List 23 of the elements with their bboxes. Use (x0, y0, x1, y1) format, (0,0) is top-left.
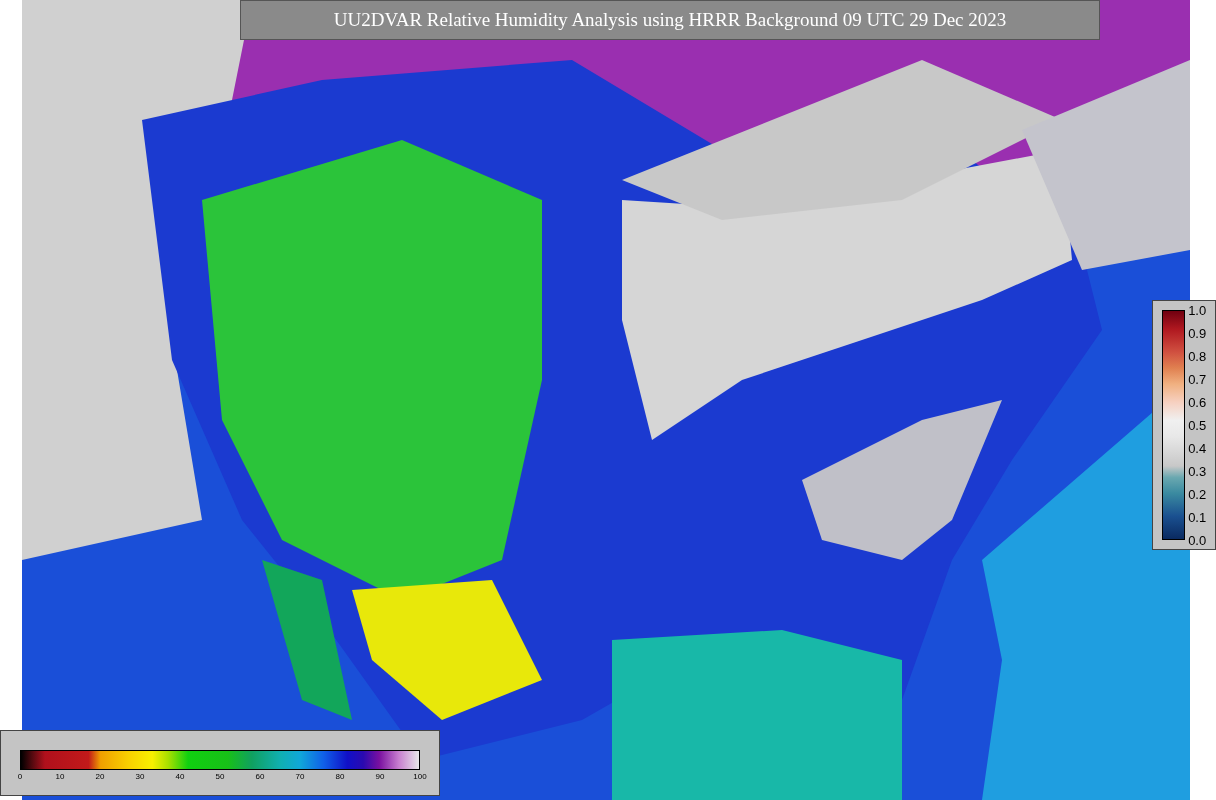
tick-label: 0.6 (1188, 394, 1207, 410)
tick-label: 0.8 (1188, 348, 1207, 364)
tick-label: 50 (215, 772, 225, 781)
tick-label: 0.0 (1188, 532, 1207, 548)
tick-label: 0.3 (1188, 463, 1207, 479)
tick-label: 20 (95, 772, 105, 781)
tick-label: 40 (175, 772, 185, 781)
tick-label: 80 (335, 772, 345, 781)
tick-label: 60 (255, 772, 265, 781)
tick-label: 0 (17, 772, 23, 781)
tick-label: 90 (375, 772, 385, 781)
tick-label: 0.1 (1188, 509, 1207, 525)
tick-label: 1.0 (1188, 302, 1207, 318)
tick-label: 0.2 (1188, 486, 1207, 502)
map-title: UU2DVAR Relative Humidity Analysis using HRRR Background 09 UTC 29 Dec 2023 (240, 0, 1100, 40)
tick-label: 30 (135, 772, 145, 781)
tick-label: 10 (55, 772, 65, 781)
tick-label: 0.4 (1188, 440, 1207, 456)
tick-label: 0.9 (1188, 325, 1207, 341)
tick-label: 0.5 (1188, 417, 1207, 433)
tick-label: 0.7 (1188, 371, 1207, 387)
tick-label: 70 (295, 772, 305, 781)
tick-label: 100 (413, 772, 427, 781)
